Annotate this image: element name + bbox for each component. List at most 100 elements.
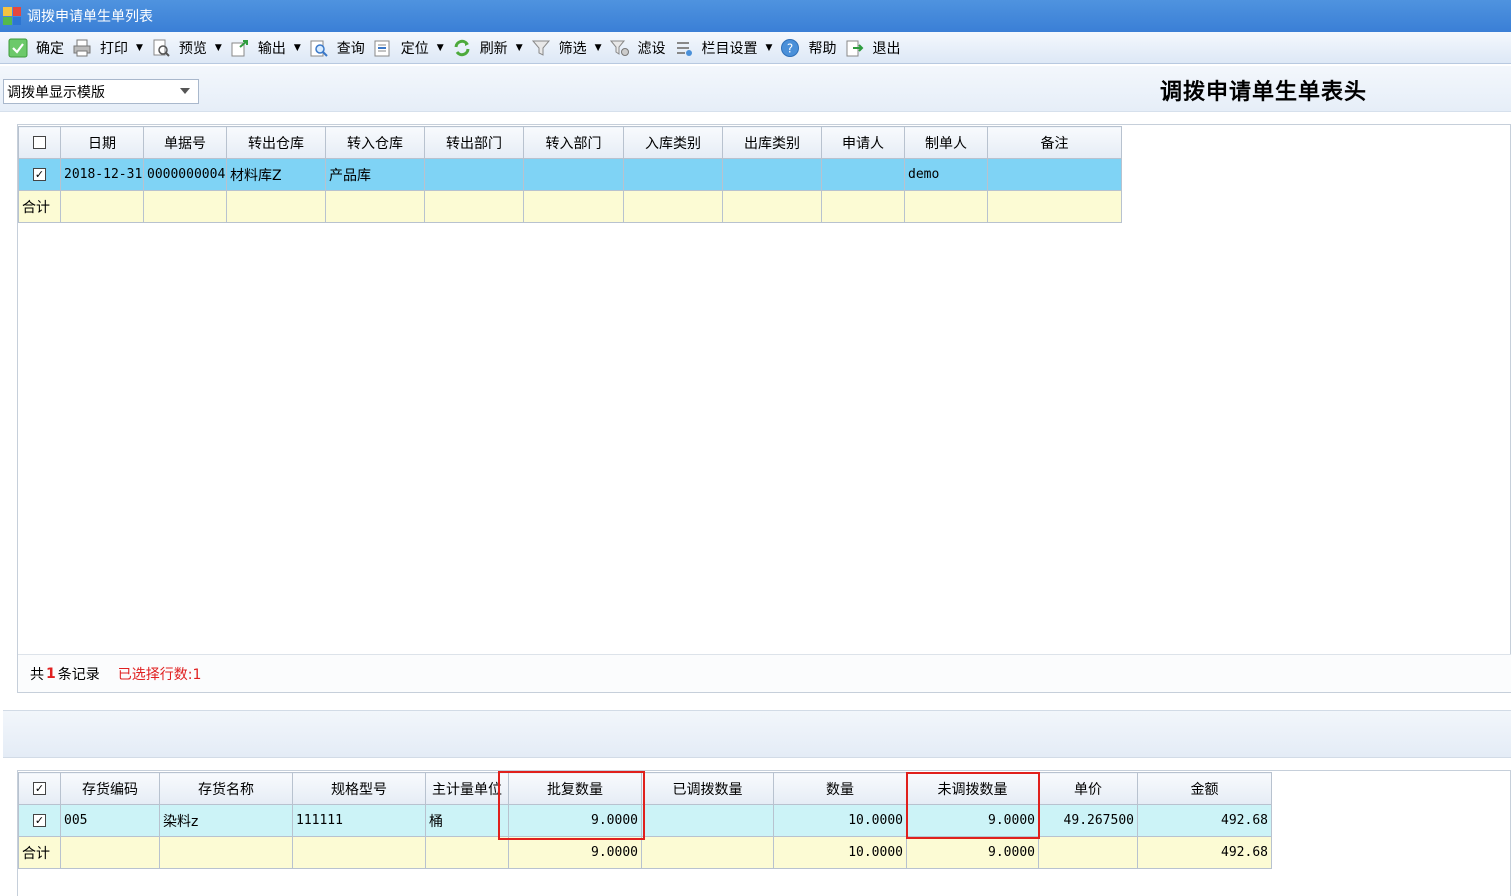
table-cell[interactable]	[641, 804, 774, 837]
chevron-down-icon[interactable]: ▼	[516, 43, 523, 53]
exit-button[interactable]: 退出	[842, 35, 904, 61]
select-all-checkbox[interactable]: ✓	[18, 772, 61, 805]
preview-icon	[151, 38, 171, 58]
chevron-down-icon[interactable]: ▼	[215, 43, 222, 53]
column-header[interactable]: 单据号	[143, 126, 227, 159]
chevron-down-icon[interactable]: ▼	[136, 43, 143, 53]
total-cell	[159, 836, 293, 869]
export-icon	[230, 38, 250, 58]
table-cell[interactable]	[424, 158, 524, 191]
column-header[interactable]: 申请人	[821, 126, 905, 159]
column-header[interactable]: 入库类别	[623, 126, 723, 159]
column-header[interactable]: 日期	[60, 126, 144, 159]
column-header[interactable]: 规格型号	[292, 772, 426, 805]
confirm-icon	[8, 38, 28, 58]
status-bar: 共 1 条记录 已选择行数:1	[18, 654, 1511, 692]
locate-button[interactable]: 定位 ▼	[371, 35, 448, 61]
chevron-down-icon[interactable]: ▼	[437, 43, 444, 53]
select-all-checkbox[interactable]	[18, 126, 61, 159]
window-title: 调拨申请单生单列表	[27, 9, 153, 25]
total-cell	[722, 190, 822, 223]
total-cell	[904, 190, 988, 223]
total-cell	[821, 190, 905, 223]
column-settings-icon	[674, 38, 694, 58]
selected-count: 已选择行数:1	[117, 666, 202, 683]
confirm-button[interactable]: 确定	[6, 35, 68, 61]
help-icon: ?	[780, 38, 800, 58]
chevron-down-icon[interactable]	[180, 88, 190, 94]
total-cell	[1038, 836, 1138, 869]
exit-icon	[844, 38, 864, 58]
column-header[interactable]: 转出部门	[424, 126, 524, 159]
checkbox-checked-icon[interactable]: ✓	[33, 814, 46, 827]
print-icon	[72, 38, 92, 58]
chevron-down-icon[interactable]: ▼	[595, 43, 602, 53]
locate-icon	[373, 38, 393, 58]
column-header[interactable]: 主计量单位	[425, 772, 509, 805]
table-cell[interactable]	[987, 158, 1122, 191]
total-cell	[424, 190, 524, 223]
column-header[interactable]: 已调拨数量	[641, 772, 774, 805]
column-header[interactable]: 制单人	[904, 126, 988, 159]
table-cell[interactable]: 染料z	[159, 804, 293, 837]
table-cell[interactable]: 0000000004	[143, 158, 227, 191]
filter-settings-button[interactable]: 滤设	[608, 35, 670, 61]
table-cell[interactable]: 产品库	[325, 158, 425, 191]
column-header[interactable]: 单价	[1038, 772, 1138, 805]
column-header[interactable]: 转入仓库	[325, 126, 425, 159]
refresh-icon	[452, 38, 472, 58]
help-button[interactable]: ? 帮助	[778, 35, 840, 61]
highlight-box-approved-qty	[498, 771, 645, 840]
body-grid-header-row: ✓ 存货编码 存货名称 规格型号 主计量单位 批复数量 已调拨数量 数量 未调拨…	[18, 772, 1272, 805]
chevron-down-icon[interactable]: ▼	[766, 43, 773, 53]
table-cell[interactable]	[523, 158, 624, 191]
template-select-value: 调拨单显示模版	[7, 84, 105, 101]
column-header[interactable]: 金额	[1137, 772, 1272, 805]
table-cell[interactable]: 49.267500	[1038, 804, 1138, 837]
body-grid: ✓ 存货编码 存货名称 规格型号 主计量单位 批复数量 已调拨数量 数量 未调拨…	[18, 772, 1272, 869]
page-heading: 调拨申请单生单表头	[1160, 80, 1368, 105]
table-cell[interactable]	[722, 158, 822, 191]
table-cell[interactable]: 492.68	[1137, 804, 1272, 837]
table-cell[interactable]: demo	[904, 158, 988, 191]
column-header[interactable]: 出库类别	[722, 126, 822, 159]
column-header[interactable]: 转入部门	[523, 126, 624, 159]
refresh-button[interactable]: 刷新 ▼	[450, 35, 527, 61]
template-select[interactable]: 调拨单显示模版	[3, 79, 199, 104]
table-cell[interactable]: 桶	[425, 804, 509, 837]
checkbox-checked-icon[interactable]: ✓	[33, 782, 46, 795]
filter-button[interactable]: 筛选 ▼	[529, 35, 606, 61]
table-cell[interactable]: 2018-12-31	[60, 158, 144, 191]
row-checkbox[interactable]: ✓	[18, 804, 61, 837]
query-button[interactable]: 查询	[307, 35, 369, 61]
table-cell[interactable]: 111111	[292, 804, 426, 837]
total-cell	[523, 190, 624, 223]
column-header[interactable]: 数量	[773, 772, 907, 805]
checkbox-icon[interactable]	[33, 136, 46, 149]
table-cell[interactable]	[623, 158, 723, 191]
chevron-down-icon[interactable]: ▼	[294, 43, 301, 53]
print-button[interactable]: 打印 ▼	[70, 35, 147, 61]
checkbox-checked-icon[interactable]: ✓	[33, 168, 46, 181]
toolbar: 确定 打印 ▼ 预览 ▼ 输出 ▼ 查询 定位 ▼ 刷新 ▼ 筛选 ▼ 滤设 栏…	[0, 32, 1511, 64]
panel-splitter[interactable]	[3, 710, 1511, 758]
column-header[interactable]: 备注	[987, 126, 1122, 159]
app-icon	[3, 7, 21, 25]
filter-icon	[531, 38, 551, 58]
table-cell[interactable]: 005	[60, 804, 160, 837]
header-grid-header-row: 日期 单据号 转出仓库 转入仓库 转出部门 转入部门 入库类别 出库类别 申请人…	[18, 126, 1122, 159]
table-row[interactable]: ✓ 005 染料z 111111 桶 9.0000 10.0000 9.0000…	[18, 804, 1272, 837]
table-cell[interactable]	[821, 158, 905, 191]
preview-button[interactable]: 预览 ▼	[149, 35, 226, 61]
column-header[interactable]: 存货编码	[60, 772, 160, 805]
table-cell[interactable]: 10.0000	[773, 804, 907, 837]
row-checkbox[interactable]: ✓	[18, 158, 61, 191]
column-settings-button[interactable]: 栏目设置 ▼	[672, 35, 777, 61]
highlight-box-untransferred-qty	[906, 772, 1040, 839]
column-header[interactable]: 存货名称	[159, 772, 293, 805]
table-row[interactable]: ✓ 2018-12-31 0000000004 材料库Z 产品库 demo	[18, 158, 1122, 191]
svg-text:?: ?	[787, 41, 793, 55]
export-button[interactable]: 输出 ▼	[228, 35, 305, 61]
table-cell[interactable]: 材料库Z	[226, 158, 326, 191]
column-header[interactable]: 转出仓库	[226, 126, 326, 159]
